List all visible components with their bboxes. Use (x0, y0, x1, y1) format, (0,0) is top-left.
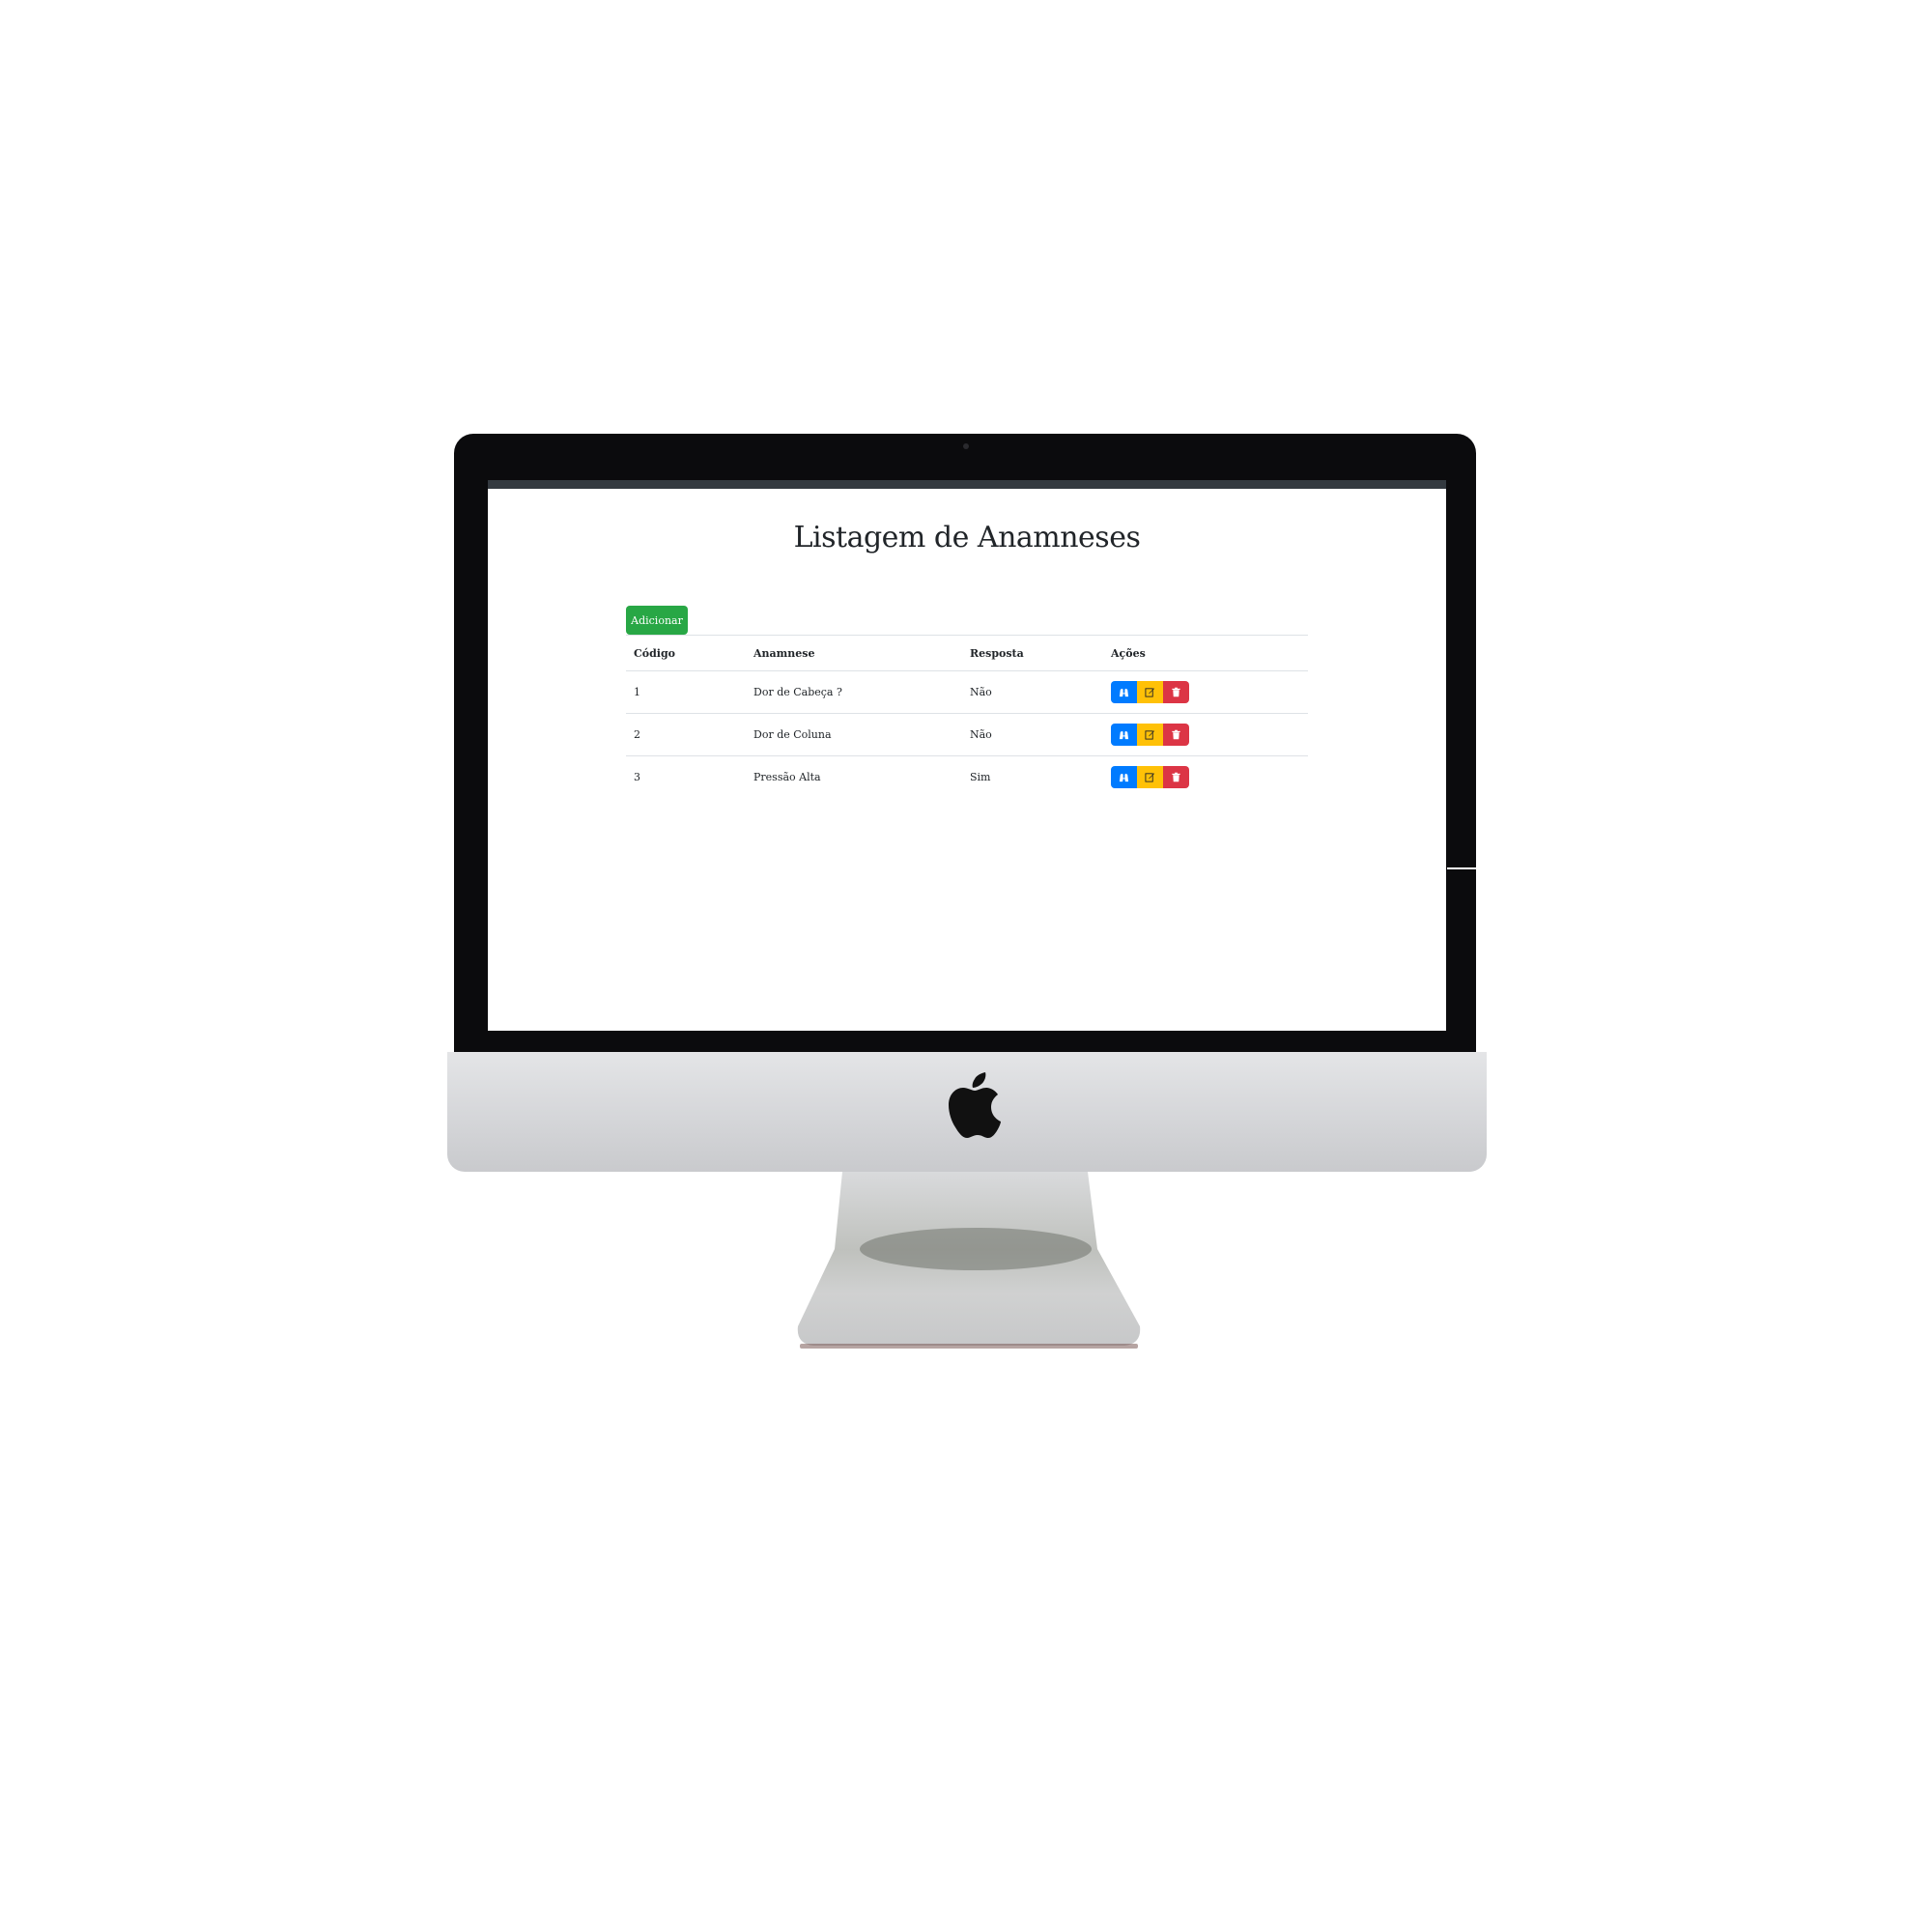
anamnese-table: Código Anamnese Resposta Ações 1 Dor de … (626, 635, 1308, 798)
apple-logo-icon (949, 1072, 1001, 1138)
edit-button[interactable] (1137, 724, 1163, 746)
cell-actions (1103, 713, 1308, 756)
table-header-row: Código Anamnese Resposta Ações (626, 635, 1308, 671)
delete-button[interactable] (1163, 681, 1189, 703)
cell-resposta: Não (962, 713, 1103, 756)
view-button[interactable] (1111, 766, 1137, 788)
cell-codigo: 2 (626, 713, 746, 756)
edit-icon (1145, 773, 1155, 782)
cell-codigo: 3 (634, 771, 640, 783)
add-button[interactable]: Adicionar (626, 606, 688, 635)
edit-icon (1145, 730, 1155, 740)
cell-resposta: Sim (970, 771, 991, 783)
camera (963, 443, 969, 449)
cell-resposta: Não (962, 670, 1103, 714)
binoculars-icon (1119, 688, 1129, 697)
page-title: Listagem de Anamneses (793, 521, 1141, 554)
cell-anamnese: Dor de Coluna (746, 713, 962, 756)
cell-anamnese: Dor de Cabeça ? (746, 670, 962, 714)
bezel-edge (1447, 867, 1488, 869)
header-acoes: Ações (1103, 635, 1308, 671)
trash-icon (1172, 772, 1180, 782)
monitor-stand (797, 1172, 1141, 1349)
trash-icon (1172, 687, 1180, 697)
table-row: 1 Dor de Cabeça ? Não (626, 670, 1308, 714)
binoculars-icon (1119, 730, 1129, 740)
delete-button[interactable] (1163, 724, 1189, 746)
binoculars-icon (1119, 773, 1129, 782)
edit-button[interactable] (1137, 681, 1163, 703)
action-group (1111, 681, 1308, 703)
delete-button[interactable] (1163, 766, 1189, 788)
edit-icon (1145, 688, 1155, 697)
cell-actions (1103, 756, 1308, 799)
edit-button[interactable] (1137, 766, 1163, 788)
table-row: 3 Pressão Alta Sim (626, 756, 1308, 799)
view-button[interactable] (1111, 724, 1137, 746)
cell-anamnese: Pressão Alta (753, 771, 821, 783)
cell-codigo: 1 (626, 670, 746, 714)
screen: Listagem de Anamneses Adicionar Código A… (488, 480, 1446, 1031)
view-button[interactable] (1111, 681, 1137, 703)
table-row: 2 Dor de Coluna Não (626, 713, 1308, 756)
header-resposta: Resposta (962, 635, 1103, 671)
cell-actions (1103, 670, 1308, 714)
action-group (1111, 766, 1308, 788)
trash-icon (1172, 729, 1180, 740)
header-codigo: Código (626, 635, 746, 671)
action-group (1111, 724, 1308, 746)
top-navbar (488, 480, 1446, 489)
header-anamnese: Anamnese (746, 635, 962, 671)
